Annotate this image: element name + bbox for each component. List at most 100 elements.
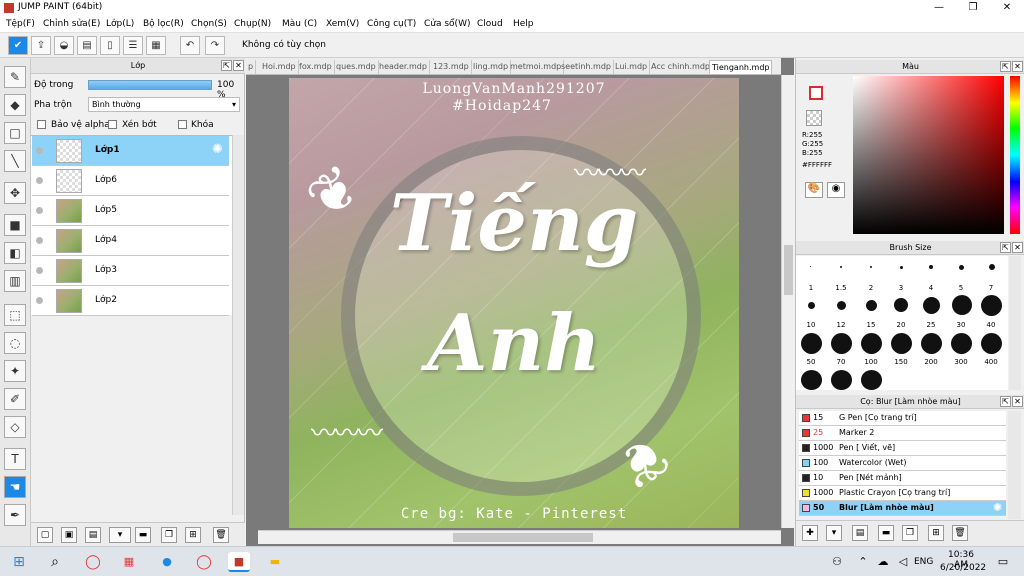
page-icon[interactable]: ▯ bbox=[100, 36, 120, 55]
eraser-tool-icon[interactable]: ◆ bbox=[4, 94, 26, 116]
new-layer-icon[interactable]: ▢ bbox=[37, 527, 53, 543]
size-dot[interactable] bbox=[831, 333, 852, 354]
comment-icon[interactable]: ◒ bbox=[54, 36, 74, 55]
list-icon[interactable]: ☰ bbox=[123, 36, 143, 55]
size-dot[interactable] bbox=[831, 370, 852, 390]
menu-help[interactable]: Help bbox=[513, 19, 534, 29]
doc-tab[interactable]: Acc chinh.mdp bbox=[649, 60, 713, 74]
duplicate-layer-icon[interactable]: ❐ bbox=[161, 527, 177, 543]
size-dot[interactable] bbox=[981, 333, 1002, 354]
panel-close-icon[interactable]: ✕ bbox=[1012, 396, 1023, 407]
size-dot[interactable] bbox=[810, 266, 811, 267]
doc-tab[interactable]: p bbox=[246, 60, 257, 74]
undo-icon[interactable]: ↶ bbox=[180, 36, 200, 55]
opera-gx-icon[interactable]: ◯ bbox=[193, 552, 215, 572]
size-dot[interactable] bbox=[989, 264, 995, 270]
menu-tools[interactable]: Công cụ(T) bbox=[367, 19, 416, 29]
brush-menu-icon[interactable]: ▾ bbox=[826, 525, 842, 541]
brush-item[interactable]: 1000 Plastic Crayon [Cọ trang trí] bbox=[799, 486, 1006, 501]
opacity-slider[interactable] bbox=[88, 80, 212, 90]
size-dot[interactable] bbox=[837, 301, 846, 310]
lock-checkbox[interactable] bbox=[178, 120, 187, 129]
eyedropper-tool-icon[interactable]: ✒ bbox=[4, 504, 26, 526]
gear-icon[interactable]: ✺ bbox=[212, 142, 223, 157]
layer-row[interactable]: Lớp6 bbox=[32, 166, 229, 196]
grid-icon[interactable]: ▦ bbox=[146, 36, 166, 55]
delete-layer-icon[interactable]: 🗑 bbox=[213, 527, 229, 543]
doc-tab[interactable]: metmoi.mdp bbox=[508, 60, 565, 74]
size-dot[interactable] bbox=[923, 297, 940, 314]
size-dot[interactable] bbox=[900, 266, 903, 269]
panel-close-icon[interactable]: ✕ bbox=[1012, 61, 1023, 72]
panel-icon[interactable]: ▤ bbox=[77, 36, 97, 55]
vertical-scrollbar[interactable] bbox=[781, 75, 794, 528]
layer-row[interactable]: Lớp4 bbox=[32, 226, 229, 256]
horizontal-scroll-thumb[interactable] bbox=[453, 533, 593, 542]
layer-scrollbar[interactable] bbox=[232, 135, 244, 515]
brush-folder-icon[interactable]: ▬ bbox=[878, 525, 894, 541]
select-rect-icon[interactable]: ⬚ bbox=[4, 304, 26, 326]
brush-settings-icon[interactable]: ▤ bbox=[852, 525, 868, 541]
palette-icon[interactable]: 🎨 bbox=[805, 182, 823, 198]
panel-close-icon[interactable]: ✕ bbox=[1012, 242, 1023, 253]
size-dot[interactable] bbox=[808, 302, 815, 309]
brush-copy-icon[interactable]: ❐ bbox=[902, 525, 918, 541]
brush-item[interactable]: 15 G Pen [Cọ trang trí] bbox=[799, 411, 1006, 426]
clipping-checkbox[interactable] bbox=[108, 120, 117, 129]
speaker-icon[interactable]: ◁ bbox=[892, 552, 914, 572]
menu-edit[interactable]: Chỉnh sửa(E) bbox=[43, 19, 100, 29]
brush-item-selected[interactable]: 50 Blur [Làm nhòe màu] ✺ bbox=[799, 501, 1006, 516]
bucket-tool-icon[interactable]: ◧ bbox=[4, 242, 26, 264]
menu-color[interactable]: Màu (C) bbox=[282, 19, 317, 29]
fill-rect-tool-icon[interactable]: ■ bbox=[4, 214, 26, 236]
doc-tab[interactable]: seetinh.mdp bbox=[559, 60, 615, 74]
folder-icon[interactable]: ▬ bbox=[135, 527, 151, 543]
size-dot[interactable] bbox=[801, 333, 822, 354]
doc-tab[interactable]: Hoi.mdp bbox=[260, 60, 299, 74]
notification-icon[interactable]: ▭ bbox=[992, 552, 1014, 572]
gradient-tool-icon[interactable]: ▥ bbox=[4, 270, 26, 292]
vertical-scroll-thumb[interactable] bbox=[784, 245, 793, 295]
blend-mode-select[interactable]: Bình thường ▾ bbox=[88, 97, 240, 112]
size-dot[interactable] bbox=[870, 266, 872, 268]
file-explorer-icon[interactable]: ▬ bbox=[264, 552, 286, 572]
size-dot[interactable] bbox=[861, 333, 882, 354]
panel-float-icon[interactable]: ⇱ bbox=[1000, 242, 1011, 253]
panel-close-icon[interactable]: ✕ bbox=[233, 60, 244, 71]
check-icon[interactable]: ✔ bbox=[8, 36, 28, 55]
visibility-icon[interactable] bbox=[36, 207, 43, 214]
size-dot[interactable] bbox=[921, 333, 942, 354]
palette-picker-icon[interactable]: ◉ bbox=[827, 182, 845, 198]
color-picker-square[interactable] bbox=[853, 76, 1004, 234]
panel-float-icon[interactable]: ⇱ bbox=[221, 60, 232, 71]
maximize-button[interactable]: ❐ bbox=[956, 0, 990, 16]
brush-duplicate-icon[interactable]: ⊞ bbox=[928, 525, 944, 541]
menu-capture[interactable]: Chụp(N) bbox=[234, 19, 271, 29]
add-layer-menu-icon[interactable]: ▾ bbox=[109, 527, 131, 543]
size-dot[interactable] bbox=[840, 266, 842, 268]
add-brush-icon[interactable]: ✚ bbox=[802, 525, 818, 541]
magic-wand-icon[interactable]: ✦ bbox=[4, 360, 26, 382]
cloud-icon[interactable]: ☁ bbox=[872, 552, 894, 572]
menu-cloud[interactable]: Cloud bbox=[477, 19, 503, 29]
layer-row[interactable]: Lớp1 ✺ bbox=[32, 136, 229, 166]
people-icon[interactable]: ⚇ bbox=[826, 552, 848, 572]
layer-row[interactable]: Lớp5 bbox=[32, 196, 229, 226]
layer-row[interactable]: Lớp2 bbox=[32, 286, 229, 316]
select-eraser-icon[interactable]: ◇ bbox=[4, 416, 26, 438]
gear-icon[interactable]: ✺ bbox=[993, 501, 1002, 514]
size-dot[interactable] bbox=[894, 298, 908, 312]
size-dot[interactable] bbox=[866, 300, 877, 311]
zalo-icon[interactable]: ● bbox=[156, 552, 178, 572]
size-dot[interactable] bbox=[959, 265, 964, 270]
horizontal-scrollbar[interactable] bbox=[258, 530, 781, 544]
brush-list-scrollbar[interactable] bbox=[1008, 411, 1021, 519]
visibility-icon[interactable] bbox=[36, 297, 43, 304]
new-8bit-layer-icon[interactable]: ▤ bbox=[85, 527, 101, 543]
new-halftone-layer-icon[interactable]: ▣ bbox=[61, 527, 77, 543]
minimize-button[interactable]: — bbox=[922, 0, 956, 16]
doc-tab[interactable]: ques.mdp bbox=[334, 60, 379, 74]
brush-size-scrollbar[interactable] bbox=[1009, 256, 1021, 390]
layer-row[interactable]: Lớp3 bbox=[32, 256, 229, 286]
menu-view[interactable]: Xem(V) bbox=[326, 19, 359, 29]
